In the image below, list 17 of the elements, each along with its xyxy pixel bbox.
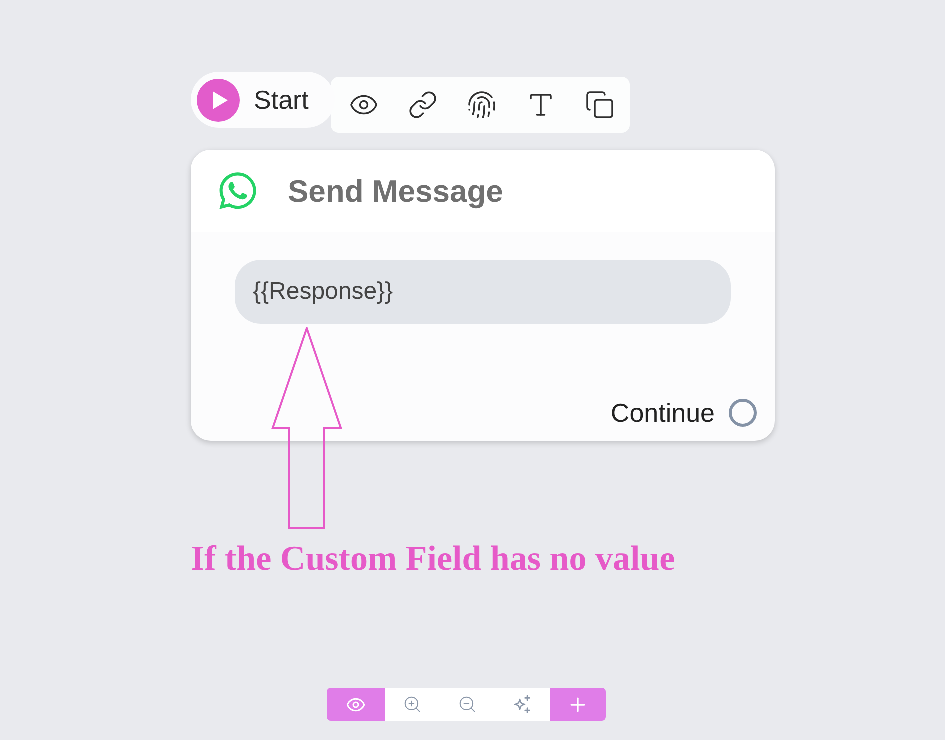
add-button[interactable]: [550, 688, 606, 721]
send-message-card[interactable]: Send Message {{Response}} Continue: [191, 150, 775, 441]
link-icon[interactable]: [408, 90, 438, 120]
copy-icon[interactable]: [585, 90, 616, 120]
zoom-out-icon: [458, 695, 477, 714]
annotation-text: If the Custom Field has no value: [191, 541, 676, 576]
play-icon: [197, 78, 240, 122]
message-field[interactable]: {{Response}}: [235, 260, 731, 324]
sparkles-icon: [513, 695, 532, 714]
preview-button[interactable]: [327, 688, 385, 721]
fingerprint-icon[interactable]: [467, 90, 498, 120]
zoom-in-icon: [403, 695, 422, 714]
continue-label: Continue: [610, 400, 715, 426]
card-title: Send Message: [288, 176, 504, 206]
handle-ring-icon[interactable]: [729, 399, 757, 427]
phone-chat-icon: [217, 170, 259, 212]
start-label: Start: [254, 87, 309, 113]
